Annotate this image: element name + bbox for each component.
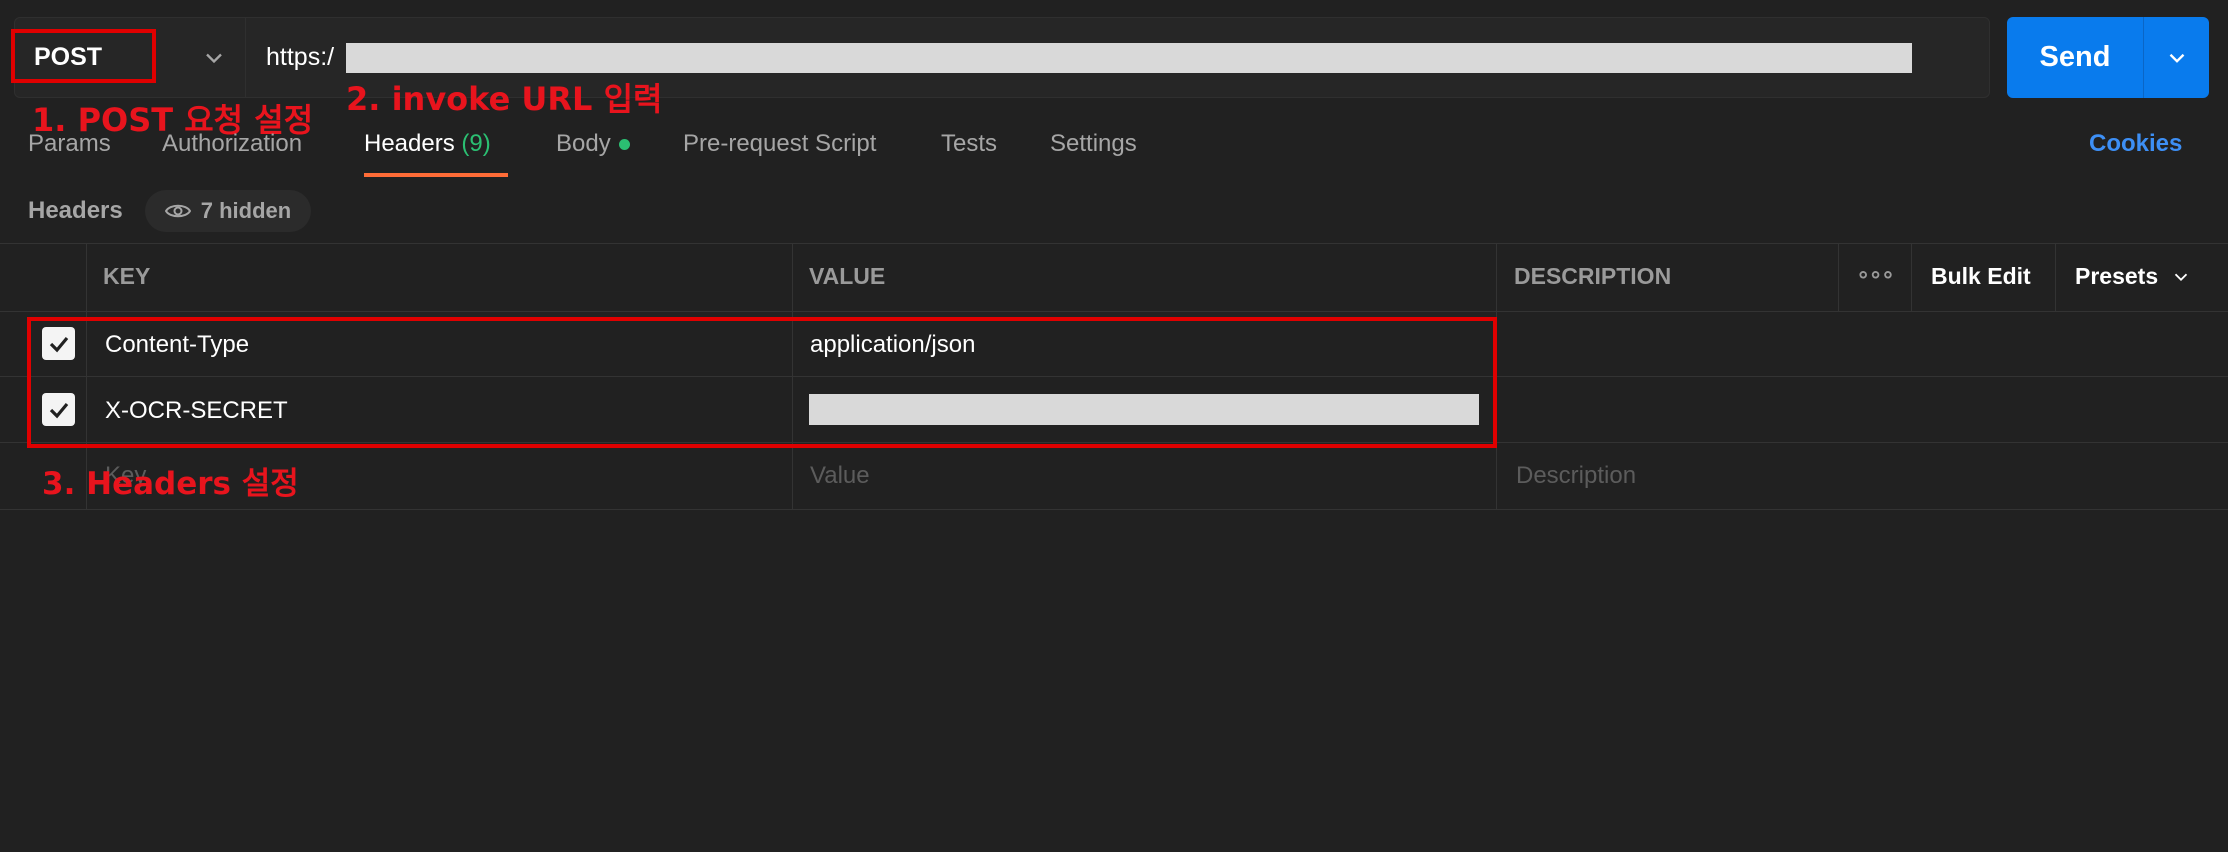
tab-count: (9) [461, 130, 491, 157]
url-redaction [346, 43, 1912, 73]
tab-label: Headers [364, 130, 455, 157]
tab-tests[interactable]: Tests [941, 130, 997, 158]
tab-label: Authorization [162, 130, 303, 157]
tab-label: Tests [941, 130, 998, 157]
column-header-key: KEY [103, 263, 151, 289]
table-border [0, 243, 2228, 244]
presets-label: Presets [2075, 263, 2159, 289]
column-divider [1911, 243, 1912, 311]
tab-body[interactable]: Body [556, 130, 630, 158]
tab-label: Pre-request Script [683, 130, 877, 157]
tab-pre-request-script[interactable]: Pre-request Script [683, 130, 876, 158]
presets-dropdown[interactable]: Presets [2075, 263, 2192, 290]
cookies-link[interactable]: Cookies [2089, 130, 2182, 158]
chevron-down-icon[interactable] [200, 44, 228, 72]
chevron-down-icon [2174, 273, 2188, 281]
body-status-dot [618, 139, 630, 151]
annotation-method-box [11, 29, 156, 83]
tab-settings[interactable]: Settings [1050, 130, 1137, 158]
tab-params[interactable]: Params [28, 130, 111, 158]
send-button[interactable]: Send [2007, 17, 2143, 98]
send-options-button[interactable] [2143, 17, 2209, 98]
tab-authorization[interactable]: Authorization [162, 130, 302, 158]
annotation-headers-box [27, 317, 1497, 448]
annotation-step3: 3. Headers 설정 [42, 466, 299, 502]
chevron-down-icon [2169, 53, 2184, 63]
column-divider [2055, 243, 2056, 311]
tab-label: Body [556, 130, 611, 157]
tab-headers[interactable]: Headers (9) [364, 130, 491, 158]
table-border [0, 509, 2228, 510]
hidden-count: 7 hidden [200, 198, 292, 223]
new-description-input[interactable]: Description [1516, 462, 1636, 490]
headers-section-title: Headers [28, 197, 123, 224]
tab-label: Params [28, 130, 111, 157]
eye-icon [164, 204, 191, 218]
more-options-button[interactable]: ∘∘∘ [1856, 261, 1895, 288]
new-value-input[interactable]: Value [810, 462, 870, 490]
column-divider [1838, 243, 1839, 311]
table-border [0, 311, 2228, 312]
column-header-description: DESCRIPTION [1514, 263, 1672, 289]
bulk-edit-button[interactable]: Bulk Edit [1931, 263, 2031, 290]
hidden-headers-toggle[interactable]: 7 hidden [145, 190, 311, 232]
annotation-step2: 2. invoke URL 입력 [346, 80, 663, 118]
tab-label: Settings [1050, 130, 1137, 157]
url-input[interactable]: https:/ [266, 40, 334, 74]
send-label: Send [2039, 41, 2111, 73]
column-header-value: VALUE [809, 263, 886, 289]
active-tab-indicator [364, 173, 508, 177]
url-text: https:/ [266, 43, 335, 71]
